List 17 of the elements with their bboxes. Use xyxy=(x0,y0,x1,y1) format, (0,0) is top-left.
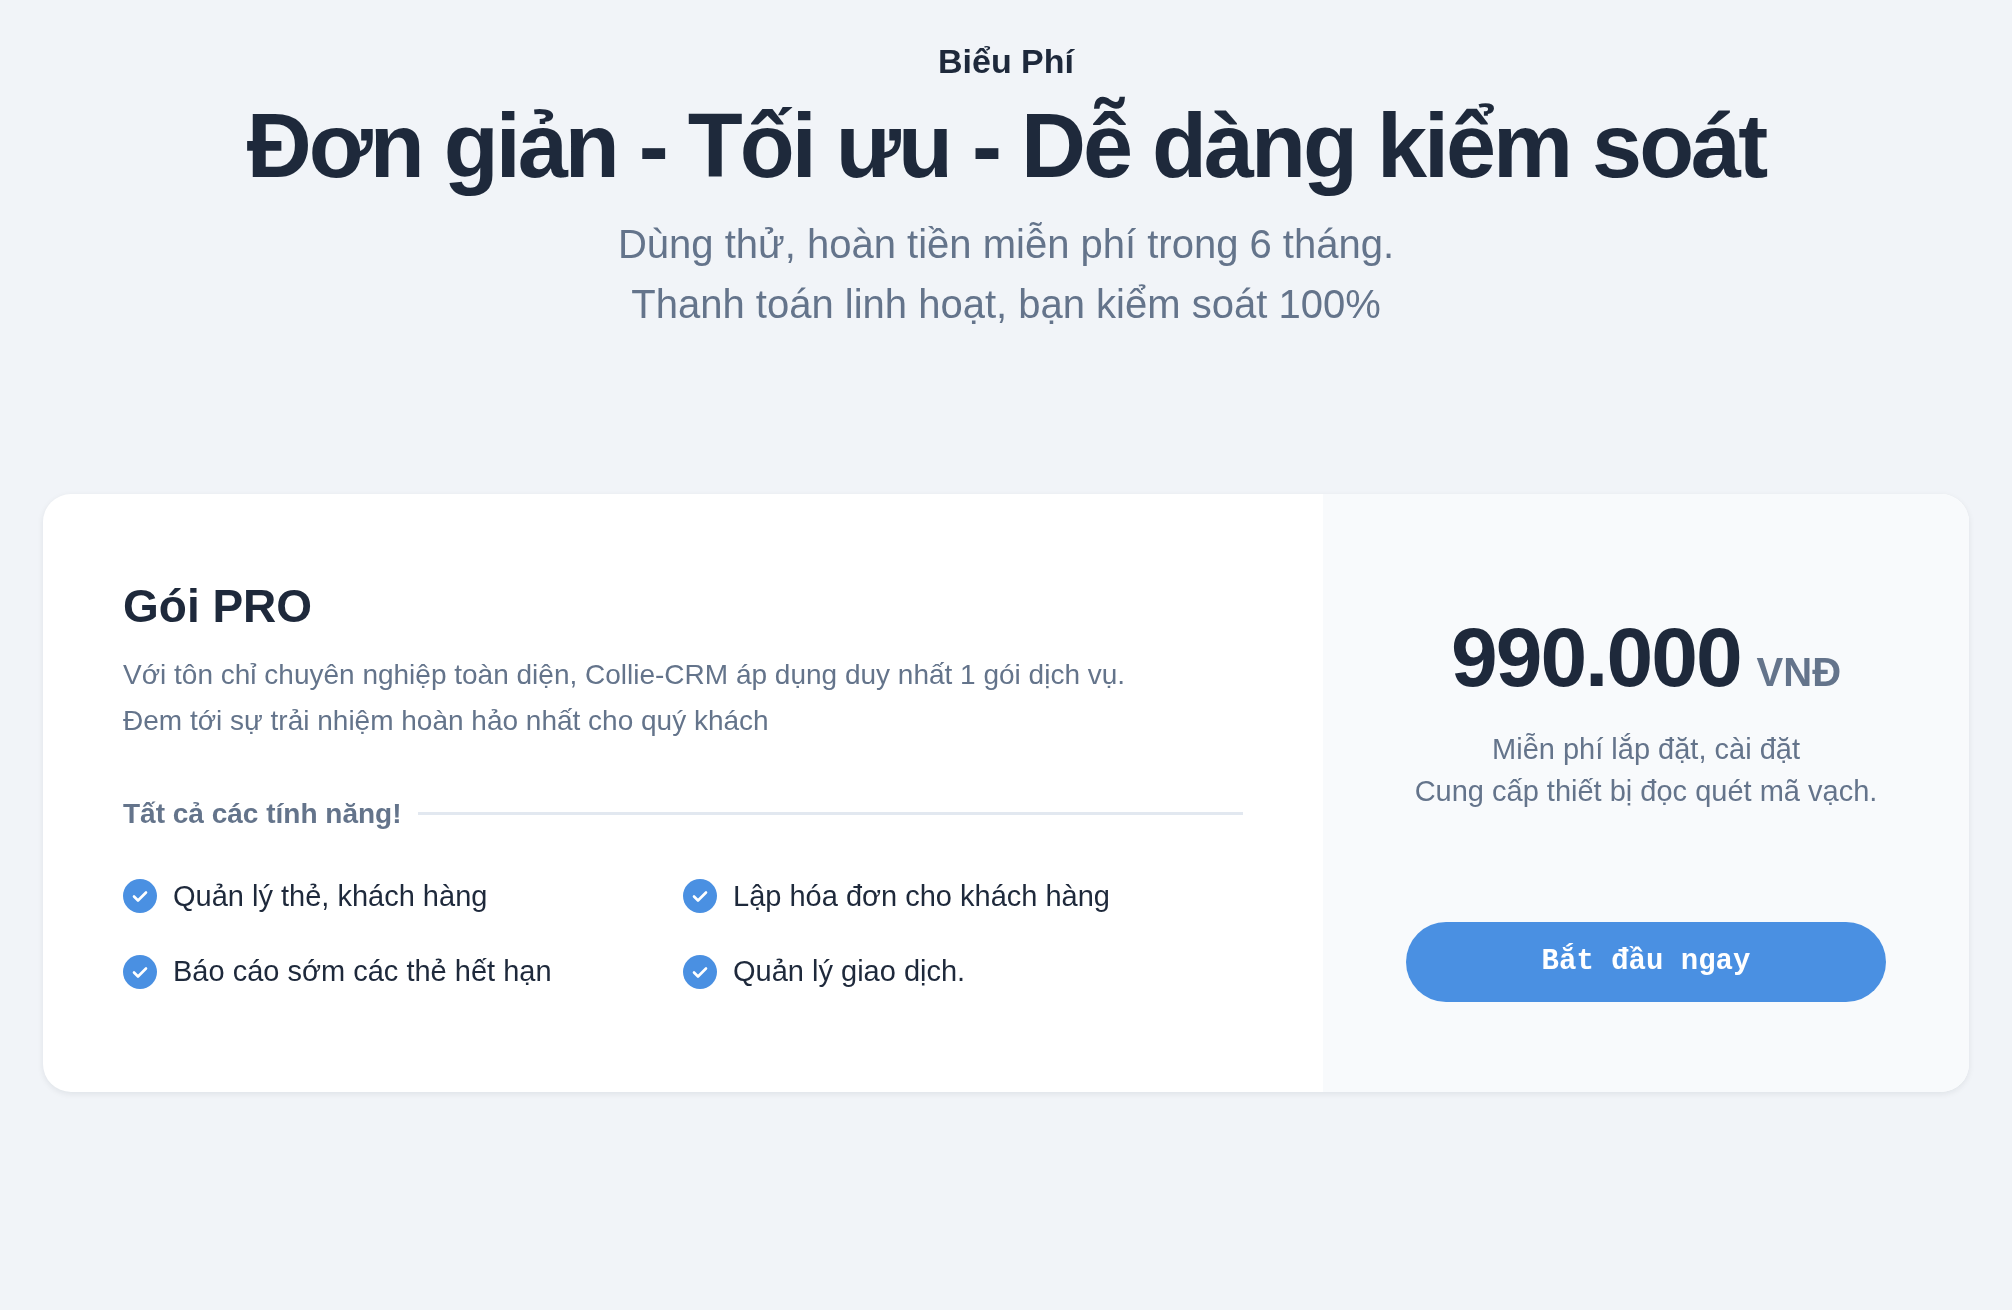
plan-description: Với tôn chỉ chuyên nghiệp toàn diện, Collie-CRM áp dụng duy nhất 1 gói dịch vụ. xyxy=(123,658,1127,693)
feature-label: Quản lý thẻ, khách hàng xyxy=(173,878,488,914)
price-amount: 990.000 xyxy=(1450,609,1741,706)
feature-label: Báo cáo sớm các thẻ hết hạn xyxy=(173,954,552,990)
price-note: Miễn phí lắp đặt, cài đặt xyxy=(1491,732,1801,767)
section-eyebrow: Biểu Phí xyxy=(937,41,1076,82)
price-note: Cung cấp thiết bị đọc quét mã vạch. xyxy=(1413,774,1879,810)
features-heading: Tất cả các tính năng! xyxy=(123,796,402,831)
page-title: Đơn giản - Tối ưu - Dễ dàng kiểm soát xyxy=(245,97,1767,196)
subtitle-line: Thanh toán linh hoạt, bạn kiểm soát 100% xyxy=(630,281,1382,328)
subtitle-line: Dùng thử, hoàn tiền miễn phí trong 6 tháng. xyxy=(616,221,1396,268)
start-button[interactable]: Bắt đầu ngay xyxy=(1406,922,1886,1003)
price-currency: VNĐ xyxy=(1756,649,1842,696)
feature-label: Quản lý giao dịch. xyxy=(733,954,966,990)
plan-name: Gói PRO xyxy=(123,579,314,634)
feature-label: Lập hóa đơn cho khách hàng xyxy=(733,878,1110,914)
plan-description: Đem tới sự trải nhiệm hoàn hảo nhất cho quý khách xyxy=(123,704,770,739)
